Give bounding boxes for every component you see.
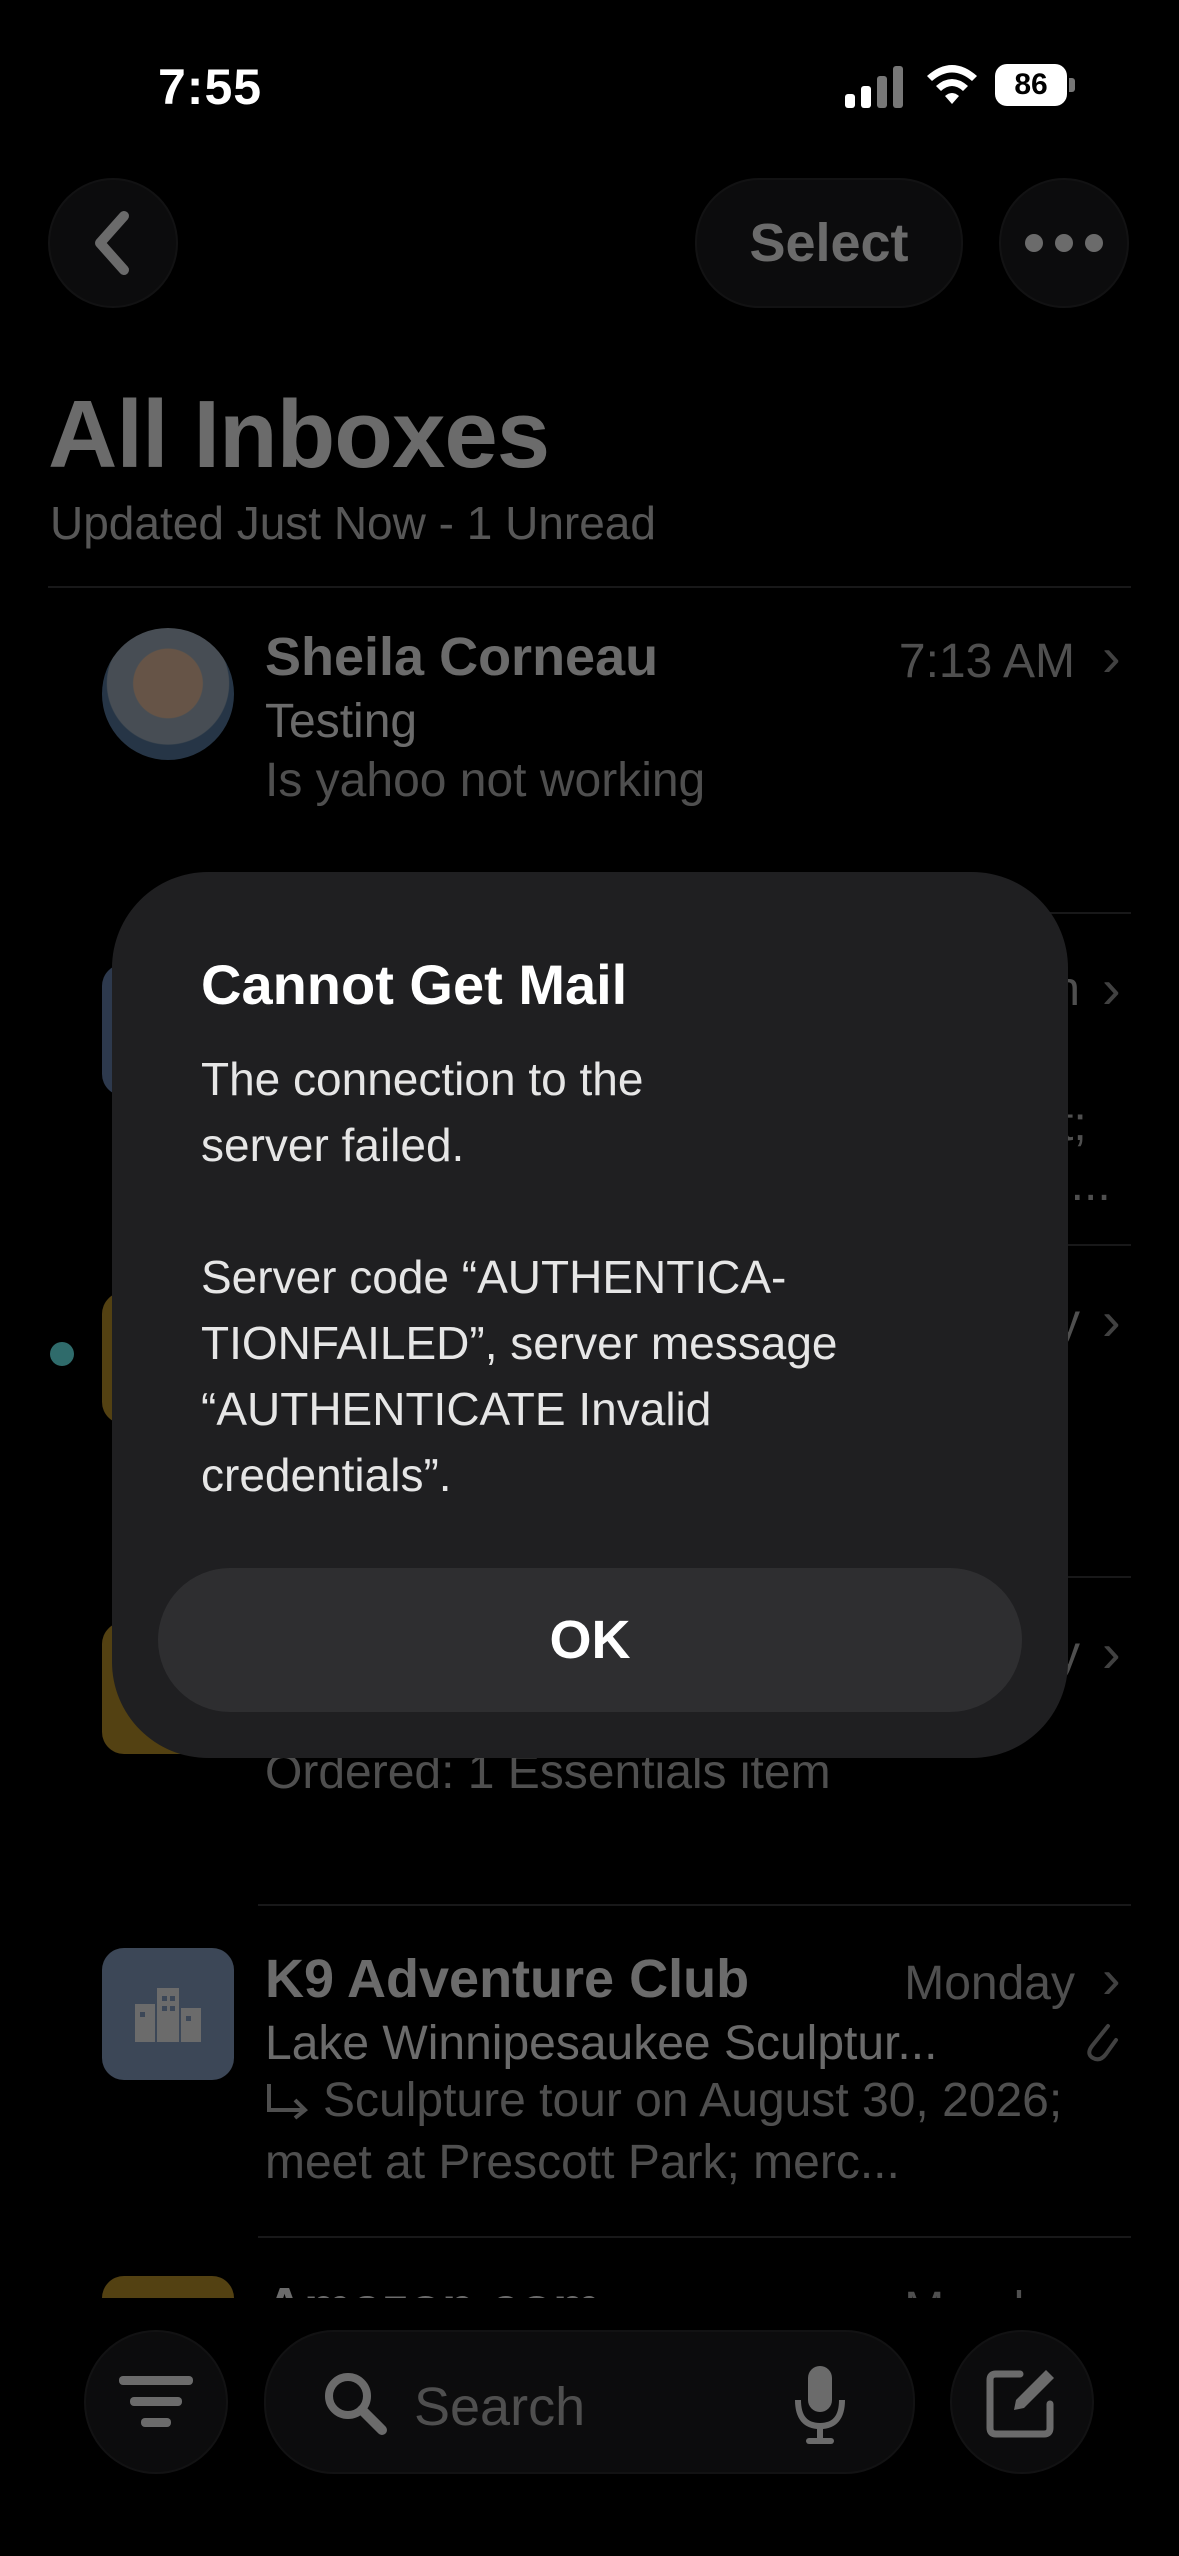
- more-icon: [1025, 234, 1103, 252]
- message-row[interactable]: Amazon.com Monday: [0, 2238, 1179, 2298]
- status-time: 7:55: [158, 59, 263, 115]
- search-icon: [325, 2373, 387, 2435]
- message-time: Monday: [820, 2282, 1075, 2298]
- filter-button[interactable]: [84, 2330, 228, 2474]
- avatar: [102, 628, 234, 760]
- message-subject: Testing: [265, 695, 418, 748]
- message-row[interactable]: K9 Adventure Club Monday › Lake Winnipes…: [0, 1906, 1179, 2236]
- attachment-icon: [1080, 2016, 1120, 2066]
- building-icon: [135, 1988, 201, 2042]
- divider: [48, 586, 1131, 588]
- message-subject: Lake Winnipesaukee Sculptur...: [265, 2017, 938, 2070]
- alert-message: The connection to the server failed. Ser…: [201, 1053, 838, 1501]
- compose-icon: [986, 2370, 1054, 2438]
- chevron-right-icon: ›: [1102, 1621, 1121, 1684]
- reply-icon: [267, 2084, 308, 2120]
- more-button[interactable]: [999, 178, 1129, 308]
- back-button[interactable]: [48, 178, 178, 308]
- chevron-right-icon: ›: [1102, 1947, 1121, 2010]
- compose-button[interactable]: [950, 2330, 1094, 2474]
- search-placeholder: Search: [414, 2377, 586, 2437]
- message-sender: Amazon.com: [265, 2276, 601, 2298]
- unread-dot: [50, 1342, 74, 1366]
- back-chevron-icon: [95, 211, 129, 275]
- chevron-right-icon: ›: [1102, 1289, 1121, 1352]
- avatar: [102, 1948, 234, 2080]
- message-preview: Sculpture tour on August 30, 2026; meet …: [265, 2074, 1063, 2189]
- page-title: All Inboxes: [48, 381, 550, 488]
- ok-button[interactable]: OK: [158, 1568, 1022, 1712]
- message-row[interactable]: Sheila Corneau 7:13 AM › Testing Is yaho…: [0, 600, 1179, 910]
- alert-title: Cannot Get Mail: [201, 953, 628, 1016]
- avatar: [102, 2276, 234, 2298]
- message-time: 7:13 AM: [898, 635, 1075, 688]
- battery-level: 86: [995, 64, 1067, 106]
- battery-icon: 86: [995, 64, 1077, 108]
- message-preview: Is yahoo not working: [265, 754, 706, 807]
- wifi-icon: [925, 62, 979, 106]
- chevron-right-icon: ›: [1102, 625, 1121, 688]
- chevron-right-icon: ›: [1102, 957, 1121, 1020]
- page-subtitle: Updated Just Now - 1 Unread: [50, 497, 656, 549]
- filter-icon: [119, 2376, 193, 2427]
- message-sender: Sheila Corneau: [265, 627, 659, 687]
- microphone-icon[interactable]: [790, 2362, 850, 2446]
- message-sender: K9 Adventure Club: [265, 1949, 750, 2009]
- select-button[interactable]: Select: [695, 178, 963, 308]
- search-field[interactable]: Search: [264, 2330, 915, 2474]
- cellular-signal-icon: [845, 64, 907, 108]
- message-time: Monday: [904, 1957, 1075, 2010]
